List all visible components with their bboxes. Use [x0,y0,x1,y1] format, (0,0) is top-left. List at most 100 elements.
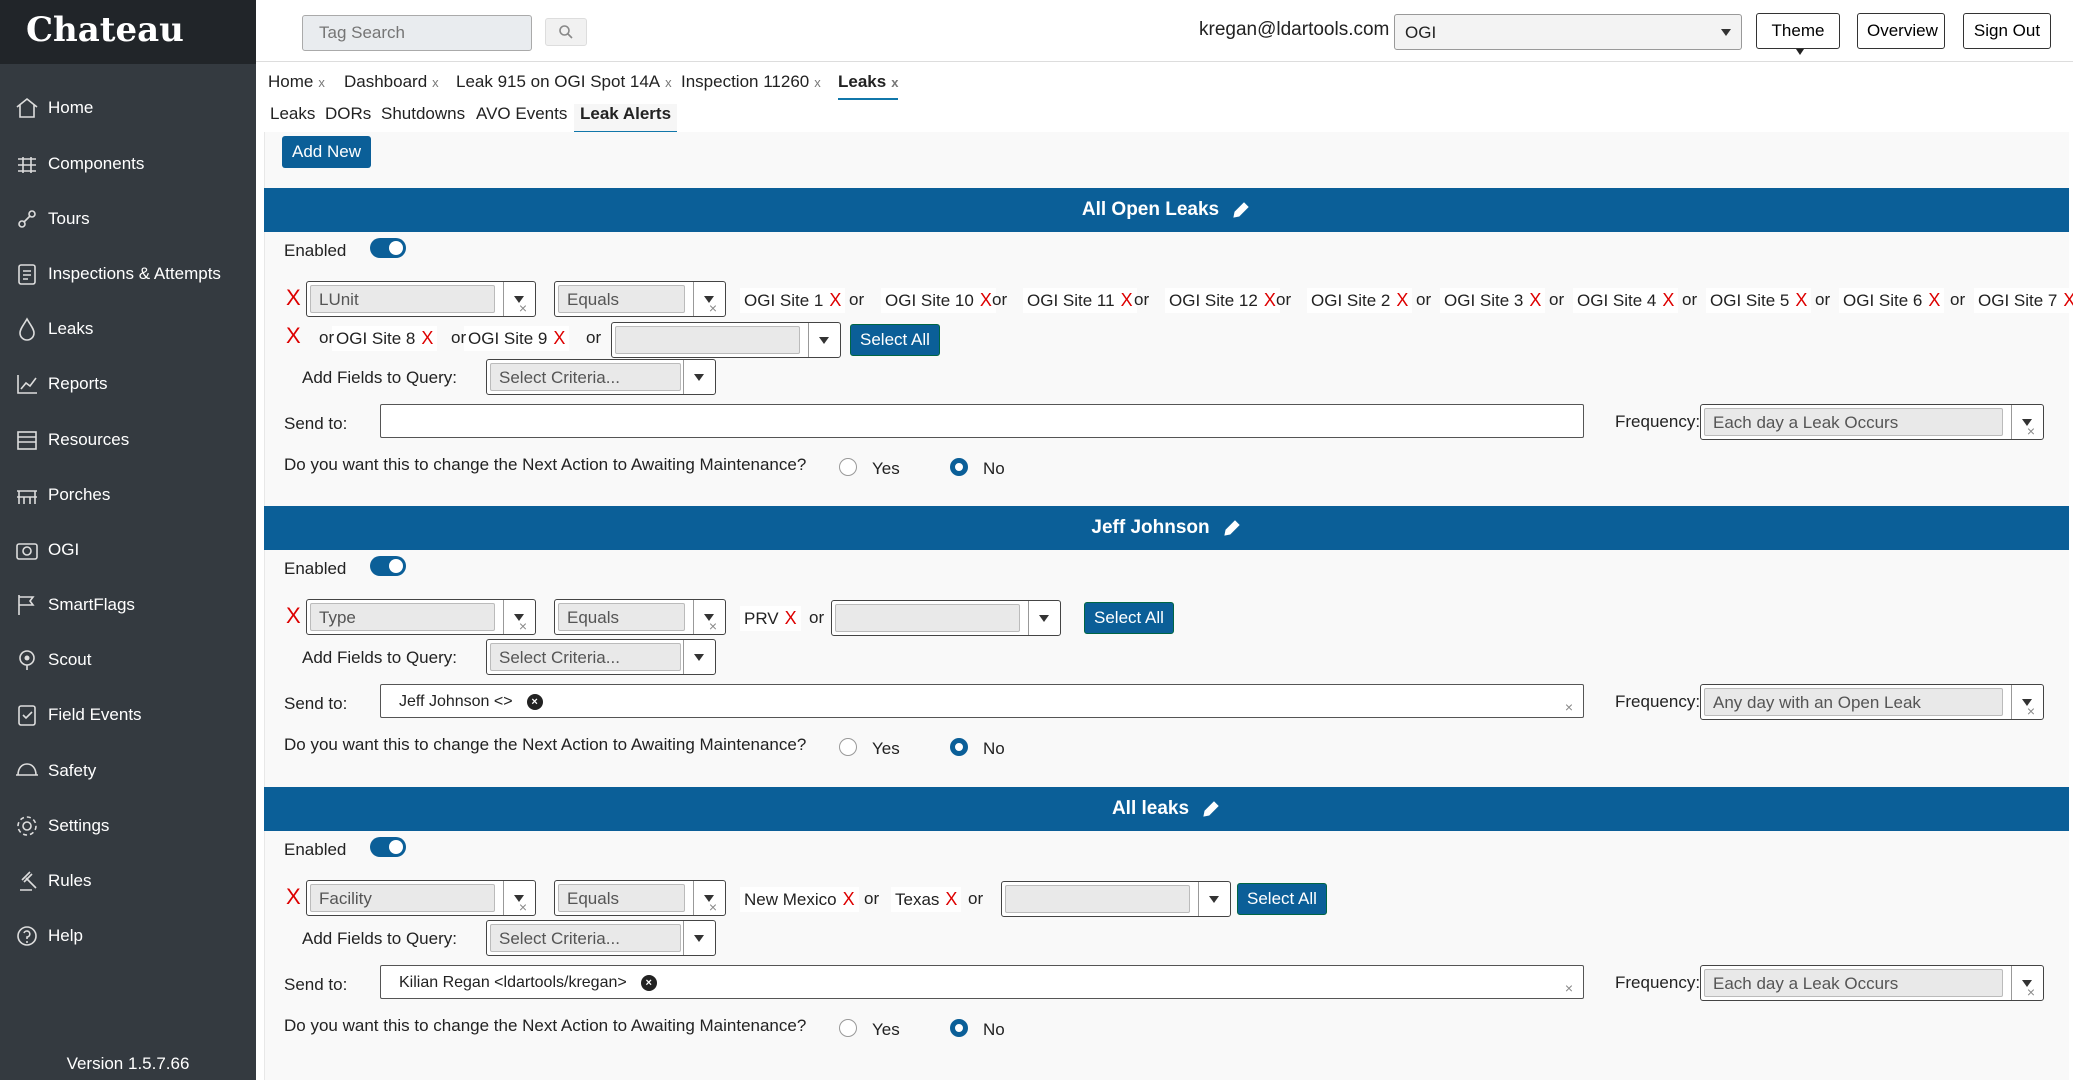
frequency-select[interactable]: Any day with an Open Leak × [1700,684,2044,720]
sidebar-item-help[interactable]: Help [0,914,256,958]
brand-logo[interactable]: Chateau [0,0,256,64]
remove-value-icon[interactable]: X [843,889,855,909]
sidebar-item-tours[interactable]: Tours [0,197,256,241]
remove-value-icon[interactable]: X [1928,290,1940,310]
pencil-icon[interactable] [1201,799,1221,819]
send-to-input[interactable]: Jeff Johnson <> × × [380,684,1584,718]
field-select[interactable]: Type × [306,599,536,635]
pencil-icon[interactable] [1231,200,1251,220]
chevron-down-icon[interactable] [1028,601,1060,635]
remove-value-icon[interactable]: X [2063,290,2073,310]
chevron-down-icon[interactable] [693,600,725,634]
remove-value-icon[interactable]: X [829,290,841,310]
select-all-button[interactable]: Select All [1084,602,1174,634]
tab-inspection-11260[interactable]: Inspection 11260 x [681,72,821,92]
select-all-button[interactable]: Select All [1237,883,1327,915]
tab-leak-915-on-ogi-spot-14a[interactable]: Leak 915 on OGI Spot 14A x [456,72,672,92]
criteria-select[interactable]: Select Criteria... [486,920,716,956]
sidebar-item-rules[interactable]: Rules [0,859,256,903]
value-select[interactable] [831,600,1061,636]
chevron-down-icon[interactable] [503,600,535,634]
remove-value-icon[interactable]: X [421,328,433,348]
operator-select[interactable]: Equals × [554,281,726,317]
subtab-shutdowns[interactable]: Shutdowns [381,104,465,124]
chevron-down-icon[interactable] [503,282,535,316]
sidebar-item-ogi[interactable]: OGI [0,528,256,572]
tab-close-icon[interactable]: x [432,75,439,90]
sidebar-item-resources[interactable]: Resources [0,418,256,462]
tag-search-input[interactable] [302,15,532,51]
radio-no[interactable] [950,738,968,756]
sign-out-button[interactable]: Sign Out [1963,13,2051,49]
tab-home[interactable]: Home x [268,72,325,92]
radio-no[interactable] [950,1019,968,1037]
remove-criteria-icon[interactable]: X [286,884,301,910]
chevron-down-icon[interactable] [2011,685,2043,719]
remove-value-icon[interactable]: X [1795,290,1807,310]
field-select[interactable]: LUnit × [306,281,536,317]
remove-value-icon[interactable]: X [1396,290,1408,310]
radio-no[interactable] [950,458,968,476]
chevron-down-icon[interactable] [808,323,840,357]
pencil-icon[interactable] [1222,518,1242,538]
send-to-input[interactable] [380,404,1584,438]
clear-recipients-icon[interactable]: × [1565,699,1573,715]
sidebar-item-safety[interactable]: Safety [0,749,256,793]
radio-yes[interactable] [839,738,857,756]
criteria-select[interactable]: Select Criteria... [486,359,716,395]
sidebar-item-components[interactable]: Components [0,142,256,186]
radio-yes[interactable] [839,458,857,476]
chevron-down-icon[interactable] [2011,966,2043,1000]
chevron-down-icon[interactable] [683,360,715,394]
subtab-dors[interactable]: DORs [325,104,371,124]
tab-dashboard[interactable]: Dashboard x [344,72,439,92]
remove-value-icon[interactable]: X [1264,290,1276,310]
sidebar-item-porches[interactable]: Porches [0,473,256,517]
operator-select[interactable]: Equals × [554,599,726,635]
remove-criteria-icon[interactable]: X [286,603,301,629]
chevron-down-icon[interactable] [683,640,715,674]
theme-button[interactable]: Theme [1756,13,1840,55]
subtab-avo-events[interactable]: AVO Events [476,104,567,124]
frequency-select[interactable]: Each day a Leak Occurs × [1700,404,2044,440]
subtab-leak-alerts[interactable]: Leak Alerts [574,104,678,133]
remove-value-icon[interactable]: X [1662,290,1674,310]
remove-value-icon[interactable]: X [1529,290,1541,310]
value-select[interactable] [1001,881,1231,917]
tab-close-icon[interactable]: x [318,75,325,90]
enabled-toggle[interactable] [370,837,406,857]
field-select[interactable]: Facility × [306,880,536,916]
sidebar-item-smartflags[interactable]: SmartFlags [0,583,256,627]
send-to-input[interactable]: Kilian Regan <ldartools/kregan> × × [380,965,1584,999]
subtab-leaks[interactable]: Leaks [270,104,315,124]
tab-leaks[interactable]: Leaks x [838,72,899,100]
criteria-select[interactable]: Select Criteria... [486,639,716,675]
frequency-select[interactable]: Each day a Leak Occurs × [1700,965,2044,1001]
enabled-toggle[interactable] [370,238,406,258]
sidebar-item-inspections-attempts[interactable]: Inspections & Attempts [0,252,256,296]
sidebar-item-settings[interactable]: Settings [0,804,256,848]
remove-criteria-icon[interactable]: X [286,285,301,311]
clear-recipients-icon[interactable]: × [1565,980,1573,996]
chevron-down-icon[interactable] [2011,405,2043,439]
remove-recipient-icon[interactable]: × [526,694,543,710]
remove-value-icon[interactable]: X [980,290,992,310]
remove-value-icon[interactable]: X [945,889,957,909]
add-new-button[interactable]: Add New [282,136,371,168]
company-select[interactable]: OGI [1394,14,1742,50]
overview-button[interactable]: Overview [1857,13,1945,49]
sidebar-item-scout[interactable]: Scout [0,638,256,682]
sidebar-item-leaks[interactable]: Leaks [0,307,256,351]
tab-close-icon[interactable]: x [665,75,672,90]
sidebar-item-field-events[interactable]: Field Events [0,693,256,737]
value-select[interactable] [611,322,841,358]
remove-value-icon[interactable]: X [1121,290,1133,310]
tab-close-icon[interactable]: x [891,75,898,90]
sidebar-item-reports[interactable]: Reports [0,362,256,406]
chevron-down-icon[interactable] [1198,882,1230,916]
operator-select[interactable]: Equals × [554,880,726,916]
chevron-down-icon[interactable] [693,881,725,915]
radio-yes[interactable] [839,1019,857,1037]
remove-recipient-icon[interactable]: × [640,975,657,991]
chevron-down-icon[interactable] [693,282,725,316]
